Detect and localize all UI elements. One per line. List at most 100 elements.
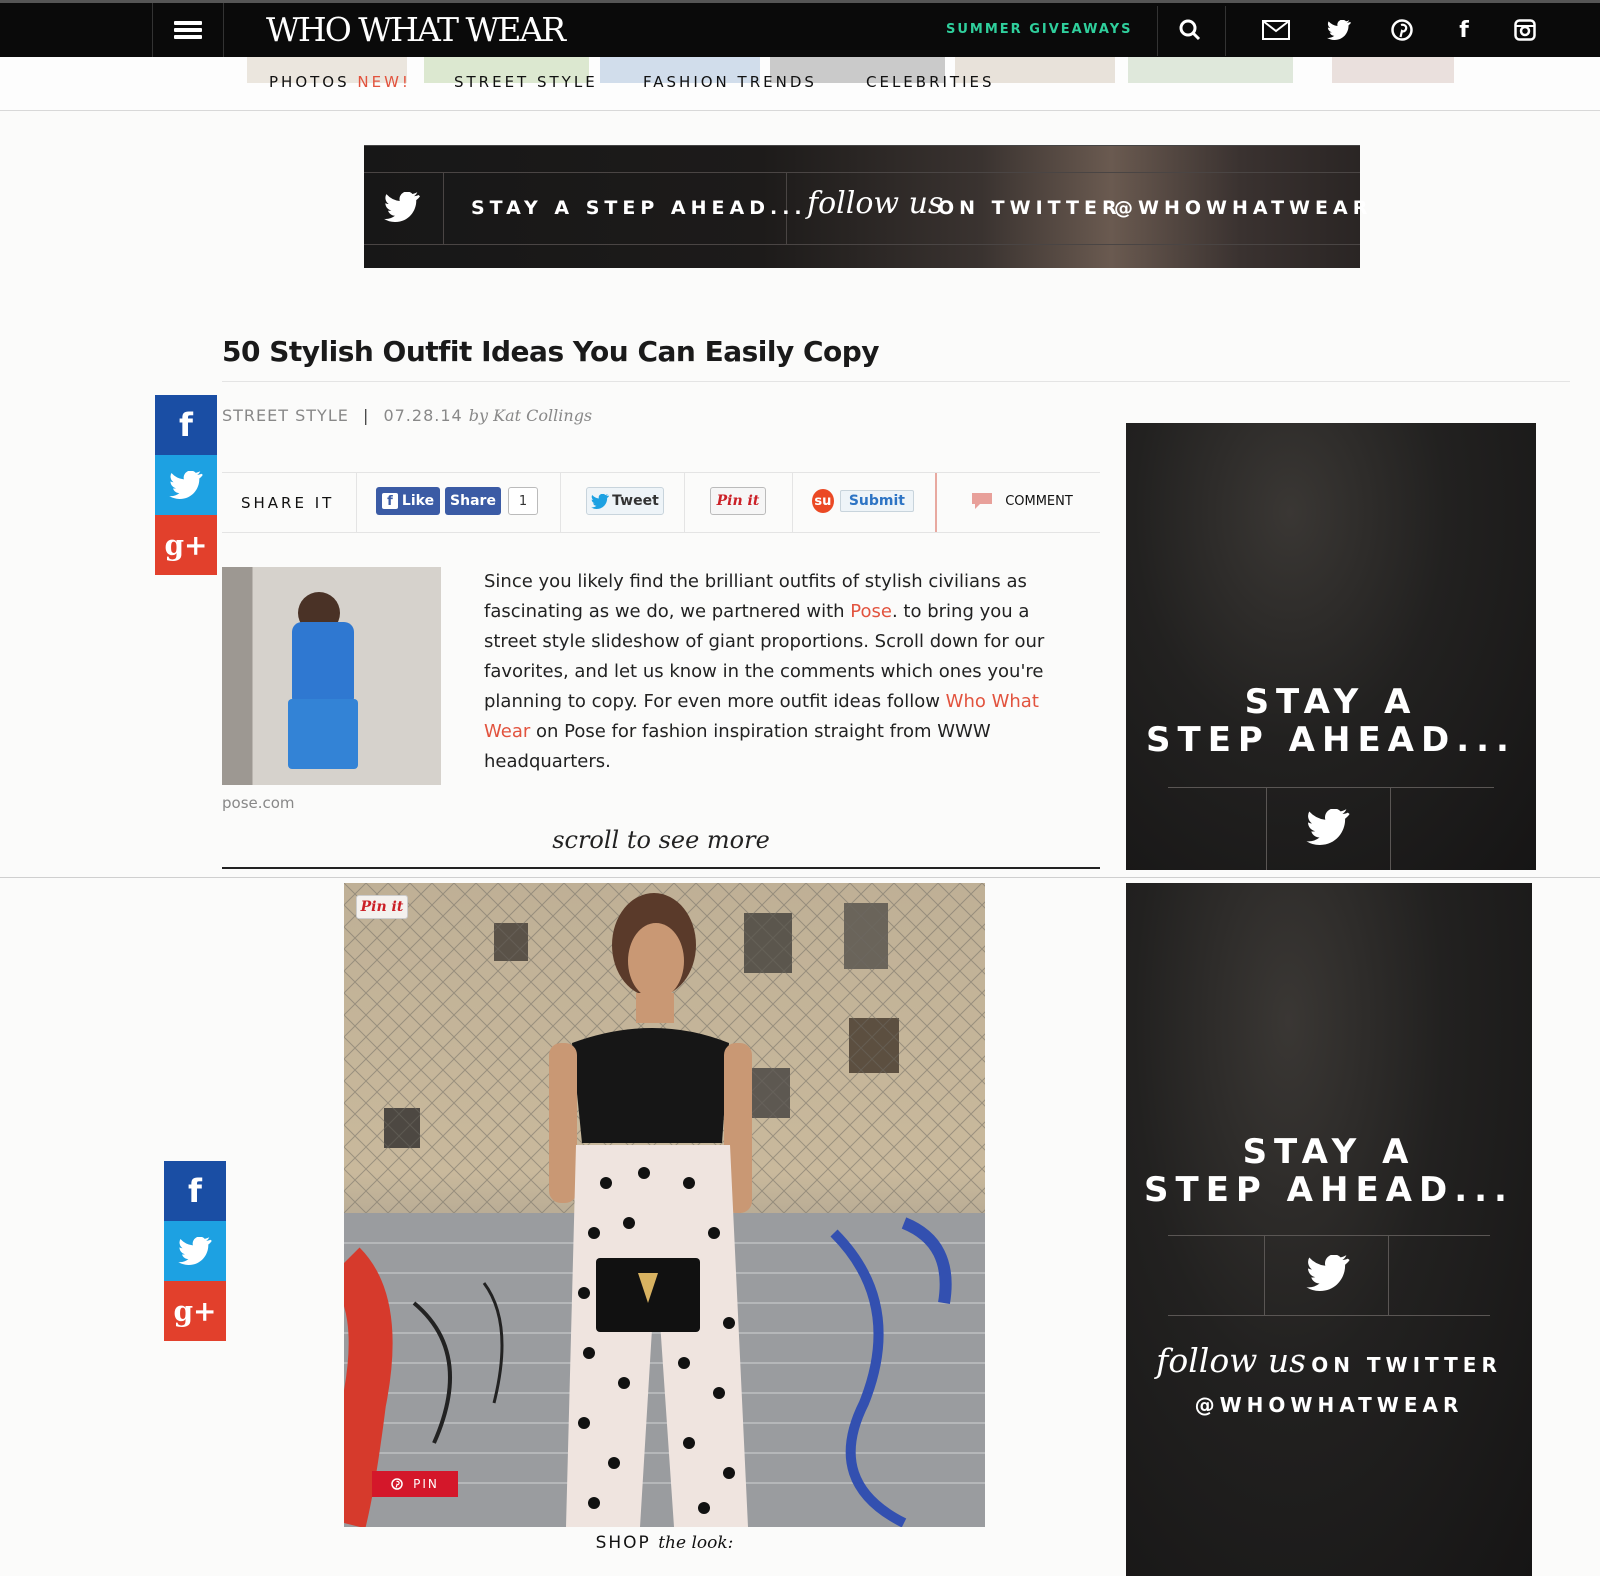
twitter-icon — [591, 493, 610, 509]
article-author[interactable]: by Kat Collings — [469, 406, 592, 425]
divider — [792, 473, 793, 532]
ad-handle-line: @WHOWHATWEAR — [1126, 1393, 1532, 1417]
divider — [1157, 6, 1158, 56]
twitter-icon — [169, 471, 203, 499]
tweet-button[interactable]: Tweet — [586, 487, 664, 515]
search-button[interactable] — [1160, 3, 1220, 57]
divider — [560, 473, 561, 532]
divider — [935, 473, 937, 532]
googleplus-share-button[interactable]: g+ — [164, 1281, 226, 1341]
facebook-share-count-button[interactable]: Share — [445, 487, 501, 515]
mail-icon — [1262, 20, 1290, 40]
facebook-share-button[interactable]: f — [164, 1161, 226, 1221]
instagram-icon — [1514, 19, 1536, 41]
thumbnail-figure — [288, 699, 358, 769]
photo-pin-button[interactable]: PIN — [372, 1471, 458, 1497]
divider — [364, 244, 1360, 245]
googleplus-share-button[interactable]: g+ — [155, 515, 217, 575]
article-body: Since you likely find the brilliant outf… — [484, 567, 1074, 777]
banner-follow-text: ON TWITTER — [938, 197, 1122, 219]
article-thumbnail[interactable] — [222, 567, 441, 785]
meta-divider: | — [362, 406, 370, 425]
menu-button[interactable] — [152, 3, 224, 57]
site-logo[interactable]: WHO WHAT WEAR — [266, 11, 566, 49]
pinterest-icon — [391, 1478, 403, 1490]
facebook-like-button[interactable]: f Like — [376, 487, 440, 515]
article-date: 07.28.14 — [383, 406, 463, 425]
nav-item-street-style[interactable]: STREET STYLE — [454, 73, 598, 91]
ad-follow-line: follow us ON TWITTER — [1126, 1341, 1532, 1380]
top-bar: WHO WHAT WEAR SUMMER GIVEAWAYS f — [0, 0, 1600, 57]
shop-label-italic: the look: — [658, 1533, 734, 1553]
nav-label: PHOTOS — [269, 73, 350, 91]
body-text: on Pose for fashion inspiration straight… — [484, 721, 991, 772]
pinterest-button[interactable] — [1372, 3, 1432, 57]
side-share-bar: f g+ — [164, 1161, 226, 1341]
nav-item-photos[interactable]: PHOTOS NEW! — [269, 73, 411, 91]
divider — [1225, 6, 1226, 56]
scroll-to-see-more[interactable]: scroll to see more — [222, 826, 1100, 854]
facebook-button[interactable]: f — [1434, 3, 1494, 57]
thumbnail-figure — [292, 622, 354, 702]
facebook-icon: f — [1459, 17, 1469, 43]
side-share-bar: f g+ — [155, 395, 217, 575]
ad-stay-line2: STEP AHEAD... — [1146, 720, 1516, 760]
ad-follow-script: follow us — [1156, 1341, 1307, 1380]
comment-button[interactable]: COMMENT — [962, 487, 1082, 515]
stumbleupon-icon: su — [812, 489, 834, 513]
divider — [684, 473, 685, 532]
nav-item-fashion-trends[interactable]: FASHION TRENDS — [643, 73, 817, 91]
article-meta: STREET STYLE | 07.28.14 by Kat Collings — [222, 406, 592, 425]
ad-follow-text: ON TWITTER — [1311, 1353, 1502, 1377]
ad-stay-line2: STEP AHEAD... — [1144, 1170, 1514, 1210]
divider — [1390, 787, 1391, 870]
ad-handle: @WHOWHATWEAR — [1194, 1393, 1464, 1417]
article-category[interactable]: STREET STYLE — [222, 406, 349, 425]
facebook-icon: f — [381, 493, 398, 509]
search-icon — [1179, 19, 1201, 41]
pose-link[interactable]: Pose — [850, 601, 892, 622]
facebook-icon: f — [188, 1172, 202, 1210]
submit-label: Submit — [839, 490, 914, 512]
divider — [443, 172, 444, 244]
twitter-share-button[interactable] — [155, 455, 217, 515]
mail-button[interactable] — [1246, 3, 1306, 57]
share-label: SHARE IT — [241, 494, 335, 512]
twitter-follow-banner[interactable]: STAY A STEP AHEAD... follow us ON TWITTE… — [364, 145, 1367, 268]
divider — [356, 473, 357, 532]
pinit-button[interactable]: Pin it — [710, 487, 766, 515]
divider — [1168, 1315, 1490, 1316]
googleplus-icon: g+ — [173, 1294, 217, 1328]
comment-label: COMMENT — [1005, 493, 1073, 509]
twitter-button[interactable] — [1309, 3, 1369, 57]
pin-label: PIN — [413, 1477, 439, 1491]
summer-giveaways-link[interactable]: SUMMER GIVEAWAYS — [946, 22, 1132, 37]
image-credit: pose.com — [222, 794, 295, 812]
twitter-share-button[interactable] — [164, 1221, 226, 1281]
divider — [1266, 787, 1267, 870]
share-bar: SHARE IT f Like Share 1 Tweet Pin it su … — [222, 472, 1100, 533]
divider — [222, 381, 1570, 382]
twitter-icon — [1306, 809, 1350, 845]
ad-stay-line1: STAY A — [1244, 682, 1418, 722]
side-ad-twitter[interactable]: STAY A STEP AHEAD... follow us ON TWITTE… — [1126, 883, 1532, 1576]
googleplus-icon: g+ — [164, 528, 208, 562]
outfit-photo[interactable]: Pin it PIN — [344, 883, 985, 1527]
tweet-label: Tweet — [612, 493, 659, 509]
divider — [1168, 787, 1494, 788]
facebook-share-button[interactable]: f — [155, 395, 217, 455]
like-label: Like — [401, 493, 435, 509]
divider — [0, 877, 1600, 878]
nav-item-celebrities[interactable]: CELEBRITIES — [866, 73, 995, 91]
side-ad-twitter[interactable]: STAY A STEP AHEAD... — [1126, 423, 1536, 870]
banner-stay-text: STAY A STEP AHEAD... — [471, 197, 807, 219]
photo-pinit-button[interactable]: Pin it — [356, 895, 408, 919]
stumbleupon-submit-button[interactable]: su Submit — [812, 487, 914, 515]
twitter-icon — [1306, 1255, 1350, 1291]
instagram-button[interactable] — [1495, 3, 1555, 57]
new-badge: NEW! — [357, 73, 411, 91]
nav-thumbnail — [1332, 57, 1454, 83]
divider — [1264, 1235, 1265, 1315]
divider — [1168, 1235, 1490, 1236]
twitter-icon — [384, 192, 420, 222]
